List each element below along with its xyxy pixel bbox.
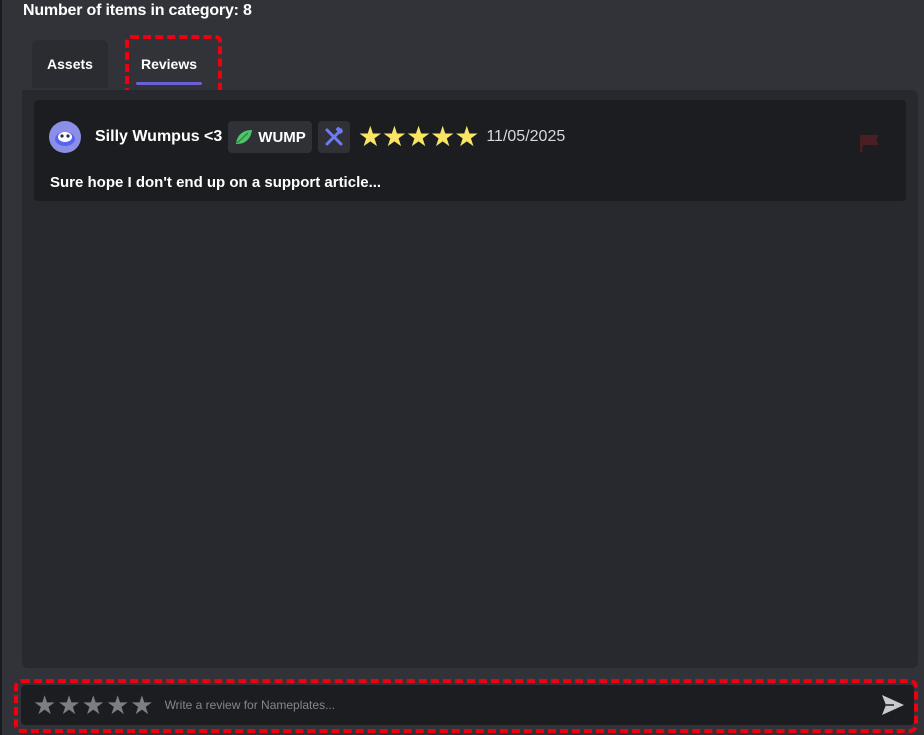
star-icon: ★: [454, 121, 480, 152]
review-text: Sure hope I don't end up on a support ar…: [50, 174, 382, 191]
star-icon: ★: [406, 121, 432, 152]
send-button[interactable]: [880, 693, 906, 717]
tab-reviews[interactable]: Reviews: [126, 40, 212, 88]
clan-tag-label: WUMP: [258, 128, 306, 146]
send-icon: [882, 695, 904, 715]
hammer-wrench-icon: [325, 126, 343, 146]
tab-bar: Assets Reviews: [32, 40, 230, 90]
page-title: Number of items in category: 8: [23, 2, 252, 19]
role-badge[interactable]: [317, 121, 350, 153]
star-rating-5[interactable]: ★: [130, 692, 153, 718]
clan-tag-badge[interactable]: WUMP: [228, 121, 312, 153]
tab-assets[interactable]: Assets: [32, 40, 108, 88]
review-rating: ★ ★ ★ ★ ★: [357, 121, 480, 152]
review-composer: ★ ★ ★ ★ ★: [21, 685, 914, 725]
star-rating-3[interactable]: ★: [82, 692, 105, 718]
review-header: Silly Wumpus <3 WUMP ★ ★ ★ ★ ★ 11/05/202…: [49, 120, 565, 154]
star-icon: ★: [381, 121, 408, 152]
app-frame: Number of items in category: 8 Assets Re…: [0, 0, 924, 735]
review-input[interactable]: [164, 690, 825, 720]
flag-icon: [860, 135, 879, 152]
review-author[interactable]: Silly Wumpus <3: [95, 128, 222, 146]
leaf-icon: [236, 130, 253, 144]
star-icon: ★: [430, 121, 456, 152]
star-rating-4[interactable]: ★: [106, 692, 129, 718]
report-button[interactable]: [858, 133, 882, 158]
reviews-panel: Silly Wumpus <3 WUMP ★ ★ ★ ★ ★ 11/05/202…: [22, 90, 918, 668]
wumpus-avatar-icon: [55, 132, 75, 146]
star-rating-1[interactable]: ★: [33, 692, 56, 718]
review-card: Silly Wumpus <3 WUMP ★ ★ ★ ★ ★ 11/05/202…: [34, 100, 906, 201]
star-icon: ★: [357, 121, 383, 152]
rating-picker: ★ ★ ★ ★ ★: [33, 692, 155, 718]
star-rating-2[interactable]: ★: [57, 692, 80, 718]
review-date: 11/05/2025: [486, 128, 566, 145]
avatar[interactable]: [49, 121, 81, 153]
